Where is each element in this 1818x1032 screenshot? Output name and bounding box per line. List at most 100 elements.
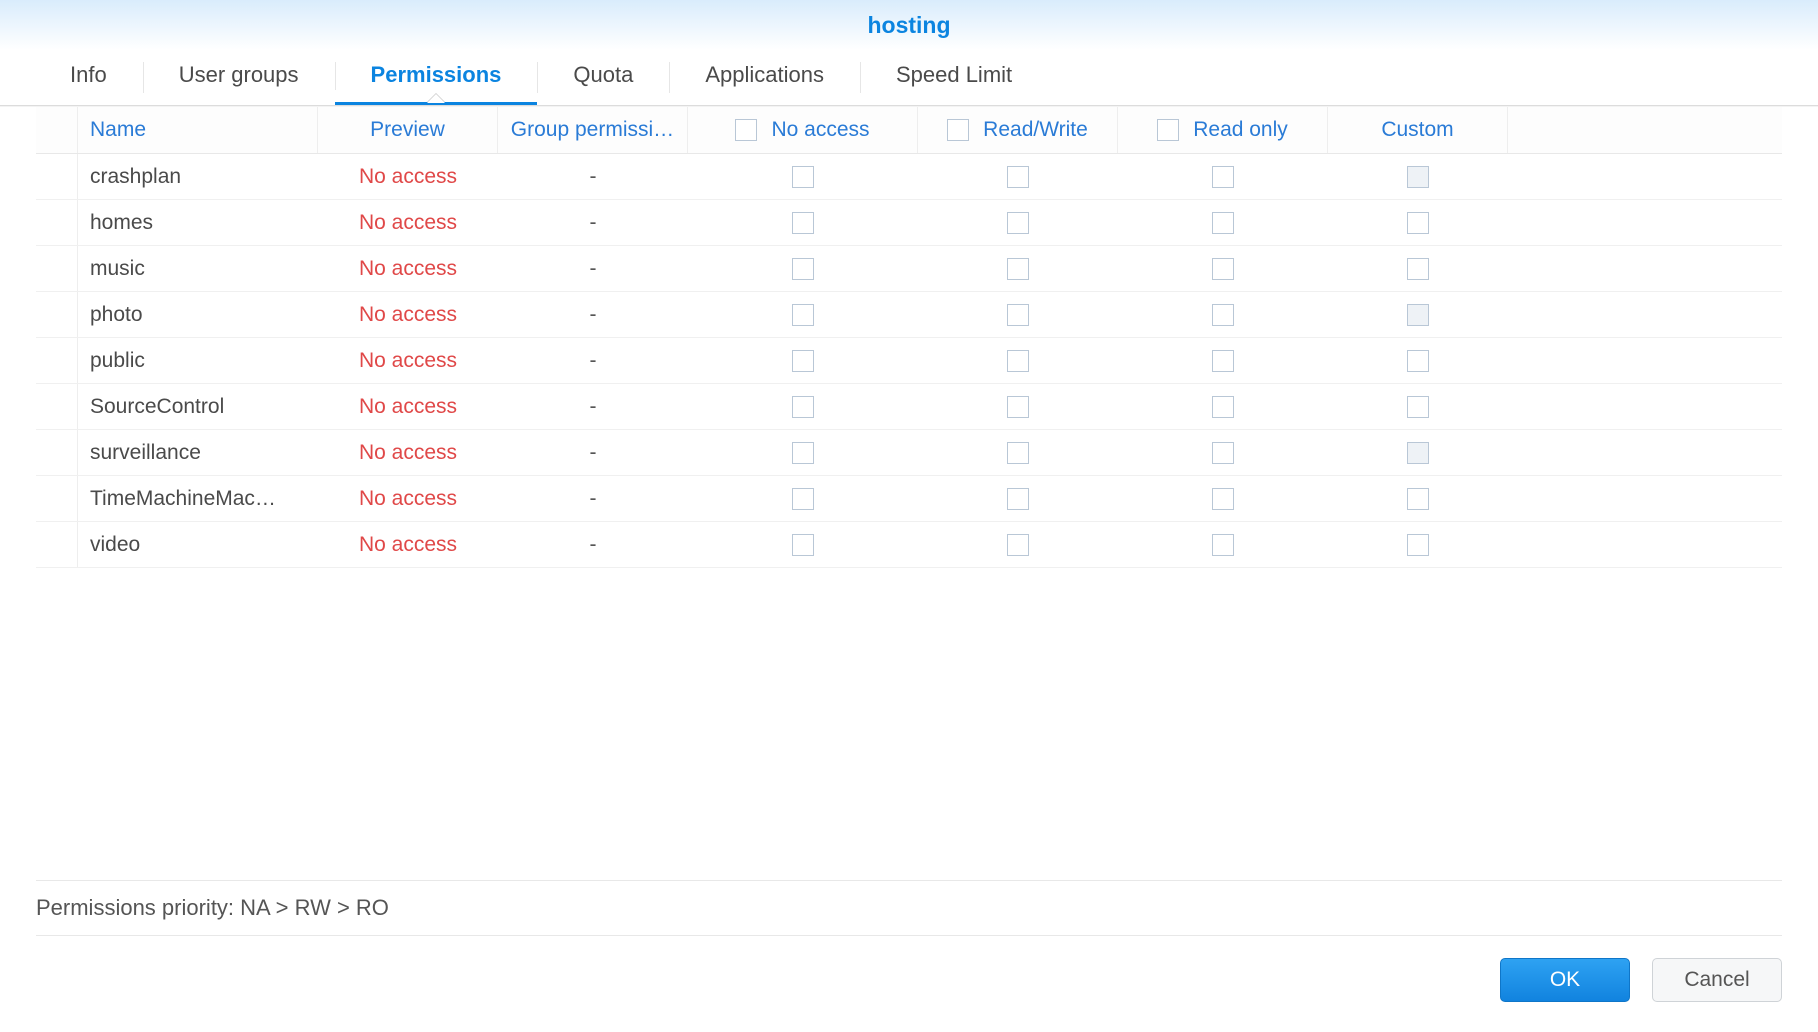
custom-checkbox[interactable]	[1407, 350, 1429, 372]
custom-checkbox[interactable]	[1407, 212, 1429, 234]
read-write-cell	[918, 200, 1118, 245]
cancel-button[interactable]: Cancel	[1652, 958, 1782, 1002]
no-access-cell	[688, 292, 918, 337]
tab-applications[interactable]: Applications	[669, 50, 860, 105]
read-write-checkbox[interactable]	[1007, 534, 1029, 556]
read-only-checkbox[interactable]	[1212, 166, 1234, 188]
read-write-checkbox[interactable]	[1007, 166, 1029, 188]
row-spacer	[36, 476, 78, 521]
read-write-checkbox[interactable]	[1007, 350, 1029, 372]
tab-permissions[interactable]: Permissions	[335, 50, 538, 105]
no-access-checkbox[interactable]	[792, 166, 814, 188]
tab-info[interactable]: Info	[34, 50, 143, 105]
no-access-cell	[688, 338, 918, 383]
group-permission-value: -	[498, 476, 688, 521]
tab-user-groups[interactable]: User groups	[143, 50, 335, 105]
column-header-no-access-label: No access	[771, 118, 869, 142]
no-access-checkbox[interactable]	[792, 488, 814, 510]
read-only-checkbox[interactable]	[1212, 534, 1234, 556]
read-only-checkbox[interactable]	[1212, 396, 1234, 418]
custom-checkbox[interactable]	[1407, 166, 1429, 188]
row-trailing	[1508, 338, 1782, 383]
custom-checkbox[interactable]	[1407, 442, 1429, 464]
no-access-checkbox[interactable]	[792, 304, 814, 326]
read-only-checkbox[interactable]	[1212, 350, 1234, 372]
row-spacer	[36, 338, 78, 383]
row-trailing	[1508, 200, 1782, 245]
read-only-checkbox[interactable]	[1212, 212, 1234, 234]
row-trailing	[1508, 292, 1782, 337]
preview-value: No access	[318, 384, 498, 429]
table-row[interactable]: crashplanNo access-	[36, 154, 1782, 200]
table-row[interactable]: videoNo access-	[36, 522, 1782, 568]
no-access-cell	[688, 430, 918, 475]
custom-cell	[1328, 384, 1508, 429]
row-spacer	[36, 200, 78, 245]
read-write-checkbox[interactable]	[1007, 488, 1029, 510]
table-row[interactable]: photoNo access-	[36, 292, 1782, 338]
read-only-checkbox[interactable]	[1212, 304, 1234, 326]
table-row[interactable]: publicNo access-	[36, 338, 1782, 384]
no-access-checkbox[interactable]	[792, 212, 814, 234]
tab-label: Applications	[705, 62, 824, 87]
folder-name: video	[78, 522, 318, 567]
custom-checkbox[interactable]	[1407, 304, 1429, 326]
no-access-checkbox[interactable]	[792, 258, 814, 280]
custom-cell	[1328, 154, 1508, 199]
custom-cell	[1328, 338, 1508, 383]
read-only-checkbox[interactable]	[1212, 442, 1234, 464]
window-title-text: hosting	[867, 12, 950, 39]
no-access-cell	[688, 522, 918, 567]
select-all-read-write-checkbox[interactable]	[947, 119, 969, 141]
no-access-checkbox[interactable]	[792, 534, 814, 556]
table-row[interactable]: homesNo access-	[36, 200, 1782, 246]
custom-checkbox[interactable]	[1407, 258, 1429, 280]
group-permission-value: -	[498, 522, 688, 567]
preview-value: No access	[318, 154, 498, 199]
no-access-checkbox[interactable]	[792, 350, 814, 372]
custom-checkbox[interactable]	[1407, 488, 1429, 510]
table-row[interactable]: musicNo access-	[36, 246, 1782, 292]
read-write-checkbox[interactable]	[1007, 396, 1029, 418]
custom-checkbox[interactable]	[1407, 396, 1429, 418]
ok-button[interactable]: OK	[1500, 958, 1630, 1002]
folder-name: public	[78, 338, 318, 383]
read-only-checkbox[interactable]	[1212, 258, 1234, 280]
read-write-checkbox[interactable]	[1007, 258, 1029, 280]
read-only-cell	[1118, 476, 1328, 521]
tab-label: Permissions	[371, 62, 502, 87]
read-write-cell	[918, 292, 1118, 337]
folder-name: music	[78, 246, 318, 291]
permissions-panel: Name Preview Group permissi… No access R…	[0, 106, 1818, 936]
read-write-cell	[918, 476, 1118, 521]
grid-body: crashplanNo access-homesNo access-musicN…	[36, 154, 1782, 568]
tab-speed-limit[interactable]: Speed Limit	[860, 50, 1048, 105]
read-only-checkbox[interactable]	[1212, 488, 1234, 510]
tab-quota[interactable]: Quota	[537, 50, 669, 105]
table-row[interactable]: TimeMachineMac…No access-	[36, 476, 1782, 522]
permissions-grid: Name Preview Group permissi… No access R…	[36, 106, 1782, 880]
column-header-name[interactable]: Name	[78, 107, 318, 153]
folder-name: photo	[78, 292, 318, 337]
no-access-checkbox[interactable]	[792, 396, 814, 418]
custom-checkbox[interactable]	[1407, 534, 1429, 556]
row-trailing	[1508, 384, 1782, 429]
table-row[interactable]: SourceControlNo access-	[36, 384, 1782, 430]
select-all-read-only-checkbox[interactable]	[1157, 119, 1179, 141]
grid-header-row: Name Preview Group permissi… No access R…	[36, 106, 1782, 154]
table-row[interactable]: surveillanceNo access-	[36, 430, 1782, 476]
select-all-no-access-checkbox[interactable]	[735, 119, 757, 141]
dialog-footer: OK Cancel	[0, 936, 1818, 1032]
column-header-custom[interactable]: Custom	[1328, 107, 1508, 153]
read-write-checkbox[interactable]	[1007, 442, 1029, 464]
no-access-checkbox[interactable]	[792, 442, 814, 464]
row-spacer	[36, 246, 78, 291]
read-write-checkbox[interactable]	[1007, 304, 1029, 326]
column-header-read-write[interactable]: Read/Write	[918, 107, 1118, 153]
column-header-no-access[interactable]: No access	[688, 107, 918, 153]
column-header-read-only[interactable]: Read only	[1118, 107, 1328, 153]
column-header-preview[interactable]: Preview	[318, 107, 498, 153]
read-only-cell	[1118, 430, 1328, 475]
column-header-group-permissions[interactable]: Group permissi…	[498, 107, 688, 153]
read-write-checkbox[interactable]	[1007, 212, 1029, 234]
